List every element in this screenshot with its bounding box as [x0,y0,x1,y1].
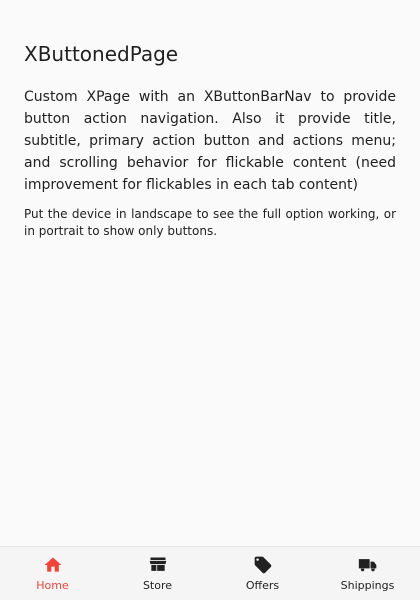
nav-item-shippings[interactable]: Shippings [315,547,420,600]
page-note: Put the device in landscape to see the f… [24,207,396,238]
nav-item-home[interactable]: Home [0,547,105,600]
nav-label-store: Store [142,579,173,592]
bottom-navigation-bar: Home Store Offers Shippings [0,546,420,600]
nav-item-store[interactable]: Store [105,547,210,600]
nav-label-shippings: Shippings [340,579,395,592]
page-content: XButtonedPage Custom XPage with an XButt… [24,40,396,240]
nav-label-home: Home [36,579,69,592]
nav-item-offers[interactable]: Offers [210,547,315,600]
page-title: XButtonedPage [24,42,179,66]
page: XButtonedPage Custom XPage with an XButt… [0,0,420,600]
nav-label-offers: Offers [245,579,280,592]
home-icon [44,557,61,572]
page-description: Custom XPage with an XButtonBarNav to pr… [24,89,396,193]
tag-icon [254,556,271,574]
truck-icon [358,559,376,572]
store-icon [149,557,166,571]
